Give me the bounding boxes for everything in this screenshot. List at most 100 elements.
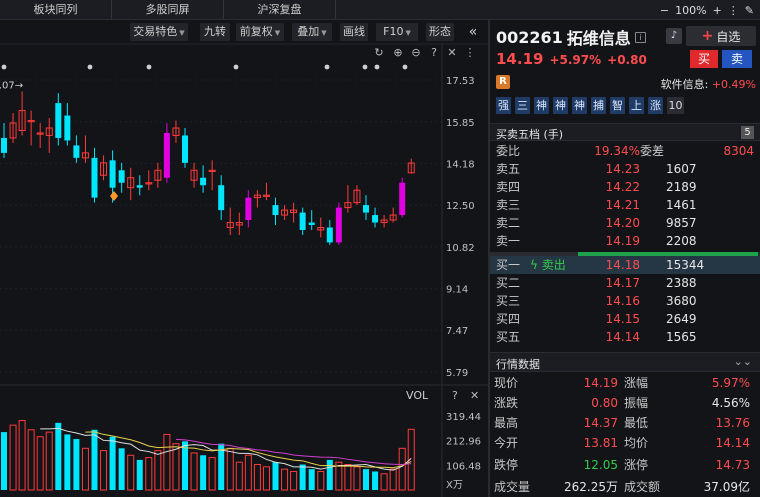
bid-row[interactable]: 买二 14.17 2388 (490, 274, 760, 292)
volume-bar (18, 420, 26, 491)
candle-body (64, 115, 71, 141)
f10-button[interactable]: F10 ▼ (376, 23, 418, 41)
overlay-label: 叠加 (297, 25, 320, 38)
signal-tag[interactable]: 涨 (648, 97, 663, 114)
signal-tag[interactable]: 智 (610, 97, 625, 114)
volume-bar (235, 461, 243, 491)
stock-code: 002261 (496, 27, 563, 47)
sector-value: +0.49% (711, 78, 756, 91)
volume-bar (344, 464, 352, 491)
ask-label: 卖三 (496, 198, 521, 212)
price-tick-label: 12.50 (446, 201, 475, 212)
market-data-header[interactable]: 行情数据 ⌄⌄ (490, 352, 760, 372)
info-icon[interactable]: i (634, 31, 646, 43)
price-tick-label: 10.82 (446, 243, 475, 254)
chart-toolbar: 交易特色 ▼ 九转 前复权 ▼ 叠加 ▼ 画线 F10 ▼ 形态 « (0, 22, 488, 42)
bid-label: 买一 (496, 258, 521, 272)
volume-bar (136, 459, 143, 490)
signal-count[interactable]: 10 (667, 97, 684, 114)
zoom-level: 100% (675, 3, 707, 17)
weicha-label: 委差 (640, 144, 665, 158)
candle-body (182, 135, 188, 163)
edit-icon[interactable]: ✎ (745, 4, 754, 17)
close-icon[interactable]: ✕ (470, 389, 479, 402)
trade-feature-button[interactable]: 交易特色 ▼ (130, 23, 188, 41)
volume-bar (190, 452, 198, 491)
candle-body (136, 185, 143, 188)
help-icon[interactable]: ? (452, 389, 458, 402)
signal-tag[interactable]: 捕 (591, 97, 606, 114)
dropdown-icon: ▼ (321, 29, 327, 37)
signal-tag[interactable]: 三 (515, 97, 530, 114)
bid-row[interactable]: 买四 14.15 2649 (490, 310, 760, 328)
sell-out-label: 卖出 (541, 258, 566, 272)
bid-row[interactable]: 买三 14.16 3680 (490, 292, 760, 310)
signal-tag[interactable]: 神 (553, 97, 568, 114)
order-book-depth[interactable]: 5 (741, 126, 754, 139)
close-icon[interactable]: ✕ (447, 46, 456, 59)
adjust-button[interactable]: 前复权 ▼ (236, 23, 284, 41)
last-price: 14.19 (496, 50, 544, 68)
field-label: 现价 (494, 376, 519, 390)
add-watchlist-button[interactable]: + 自选 (686, 26, 756, 46)
field-value: 13.81 (583, 436, 618, 450)
draw-line-button[interactable]: 画线 (340, 23, 368, 41)
zoom-in-icon[interactable]: ⊕ (393, 46, 402, 59)
ask-label: 卖四 (496, 180, 521, 194)
rating-badge[interactable]: R (496, 75, 510, 89)
collapse-icon[interactable]: « (462, 23, 484, 41)
chevron-down-icon[interactable]: ⌄⌄ (734, 355, 752, 368)
ask-row[interactable]: 卖二 14.20 9857 (490, 214, 760, 232)
buy-button[interactable]: 买 (690, 50, 718, 68)
signal-tag[interactable]: 神 (534, 97, 549, 114)
bid-row[interactable]: 买一 ϟ 卖出 14.18 15344 (490, 256, 760, 274)
event-marker (374, 64, 380, 70)
pattern-button[interactable]: 形态 (426, 23, 454, 41)
sector-info[interactable]: 软件信息: +0.49% (661, 76, 756, 92)
overlay-button[interactable]: 叠加 ▼ (292, 23, 332, 41)
volume-bar (372, 471, 379, 490)
bid-volume: 2388 (666, 276, 697, 290)
order-book-header[interactable]: 买卖五档 (手) 5 (490, 123, 760, 141)
nine-turn-button[interactable]: 九转 (200, 23, 230, 41)
more-icon[interactable]: ⋮ (465, 46, 476, 59)
ask-row[interactable]: 卖五 14.23 1607 (490, 160, 760, 178)
zoom-out-icon[interactable]: ⊖ (411, 46, 420, 59)
kline-chart[interactable]: ↻ ⊕ ⊖? ✕ ⋮ 17.53 15.85 14.18 12.50 10.82 9.14 7.47 5… (0, 0, 488, 497)
ask-volume: 2189 (666, 180, 697, 194)
volume-bar (154, 450, 162, 491)
event-marker (87, 64, 93, 70)
zoom-in-icon[interactable]: + (713, 4, 722, 17)
change-amount: +0.80 (607, 53, 647, 67)
ask-volume: 2208 (666, 234, 697, 248)
field-value: 37.09亿 (703, 480, 750, 494)
ask-row[interactable]: 卖三 14.21 1461 (490, 196, 760, 214)
sector-label: 软件信息: (660, 78, 709, 91)
ask-row[interactable]: 卖四 14.22 2189 (490, 178, 760, 196)
help-icon[interactable]: ? (431, 46, 437, 59)
volume-bar (253, 464, 261, 491)
bell-icon[interactable]: ♪ (666, 28, 682, 44)
zoom-out-icon[interactable]: − (660, 4, 669, 17)
candle-body (399, 182, 406, 216)
event-marker (362, 64, 368, 70)
candle-body (299, 212, 306, 230)
volume-bar (308, 469, 315, 490)
volume-bar (109, 436, 116, 490)
menu-icon[interactable]: ⋮ (728, 4, 739, 17)
signal-tag[interactable]: 神 (572, 97, 587, 114)
bid-label: 买三 (496, 294, 521, 308)
ask-price: 14.19 (605, 234, 640, 248)
market-row: 最高 14.37 最低 13.76 (490, 414, 760, 432)
candle-body (272, 205, 279, 216)
volume-bar (1, 432, 7, 490)
bid-row[interactable]: 买五 14.14 1565 (490, 328, 760, 346)
sector-row: R 软件信息: +0.49% (496, 75, 756, 91)
ask-row[interactable]: 卖一 14.19 2208 (490, 232, 760, 250)
volume-ma10-line (85, 431, 412, 469)
sell-button[interactable]: 卖 (722, 50, 752, 68)
candle-body (218, 185, 225, 211)
signal-tag[interactable]: 强 (496, 97, 511, 114)
refresh-icon[interactable]: ↻ (374, 46, 383, 59)
signal-tag[interactable]: 上 (629, 97, 644, 114)
